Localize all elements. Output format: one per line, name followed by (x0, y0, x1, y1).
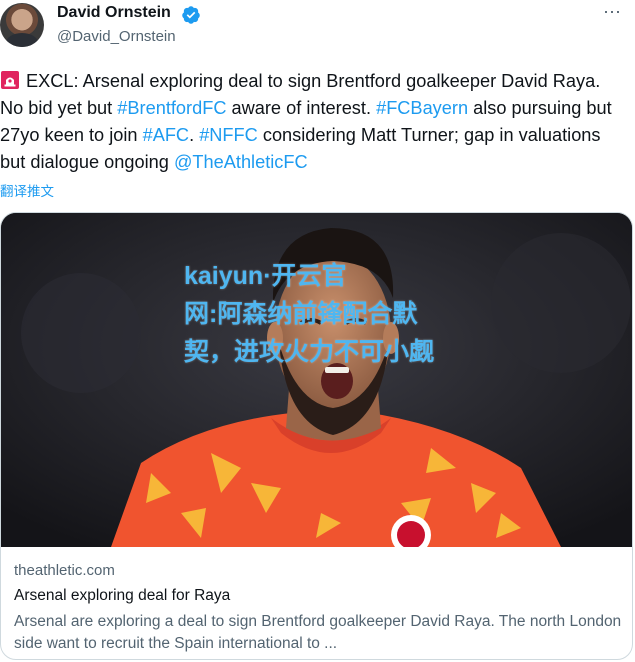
verified-badge-icon (182, 6, 200, 24)
translate-tweet-link[interactable]: 翻译推文 (0, 180, 54, 200)
hashtag-link[interactable]: #BrentfordFC (117, 98, 226, 118)
hashtag-link[interactable]: @TheAthleticFC (174, 152, 308, 172)
card-description: Arsenal are exploring a deal to sign Bre… (14, 613, 622, 652)
hashtag-link[interactable]: #AFC (143, 125, 190, 145)
overlay-line: 网:阿森纳前锋配合默 (184, 300, 418, 328)
rotating-light-icon (1, 71, 19, 89)
link-preview-card[interactable]: kaiyun·开云官 网:阿森纳前锋配合默 契，进攻火力不可小觑 theathl… (0, 212, 633, 660)
tweet-header: David Ornstein @David_Ornstein ⋯ (0, 0, 635, 56)
card-domain: theathletic.com (14, 562, 115, 579)
author-name[interactable]: David Ornstein (57, 4, 171, 22)
card-meta: theathletic.com Arsenal exploring deal f… (14, 562, 624, 655)
card-image[interactable]: kaiyun·开云官 网:阿森纳前锋配合默 契，进攻火力不可小觑 (1, 213, 632, 547)
card-title: Arsenal exploring deal for Raya (14, 587, 231, 604)
more-options-icon[interactable]: ⋯ (603, 2, 622, 23)
overlay-line: 契，进攻火力不可小觑 (184, 338, 435, 366)
author-handle[interactable]: @David_Ornstein (57, 28, 176, 45)
author-avatar[interactable] (0, 3, 44, 47)
hashtag-link[interactable]: #NFFC (199, 125, 258, 145)
overlay-line: kaiyun·开云官 (184, 262, 347, 290)
hashtag-link[interactable]: #FCBayern (376, 98, 468, 118)
tweet-text-segment: . (189, 125, 200, 145)
tweet-text: EXCL: Arsenal exploring deal to sign Bre… (0, 68, 625, 176)
tweet-text-segment: aware of interest. (226, 98, 377, 118)
watermark-overlay-text: kaiyun·开云官 网:阿森纳前锋配合默 契，进攻火力不可小觑 (184, 257, 484, 371)
